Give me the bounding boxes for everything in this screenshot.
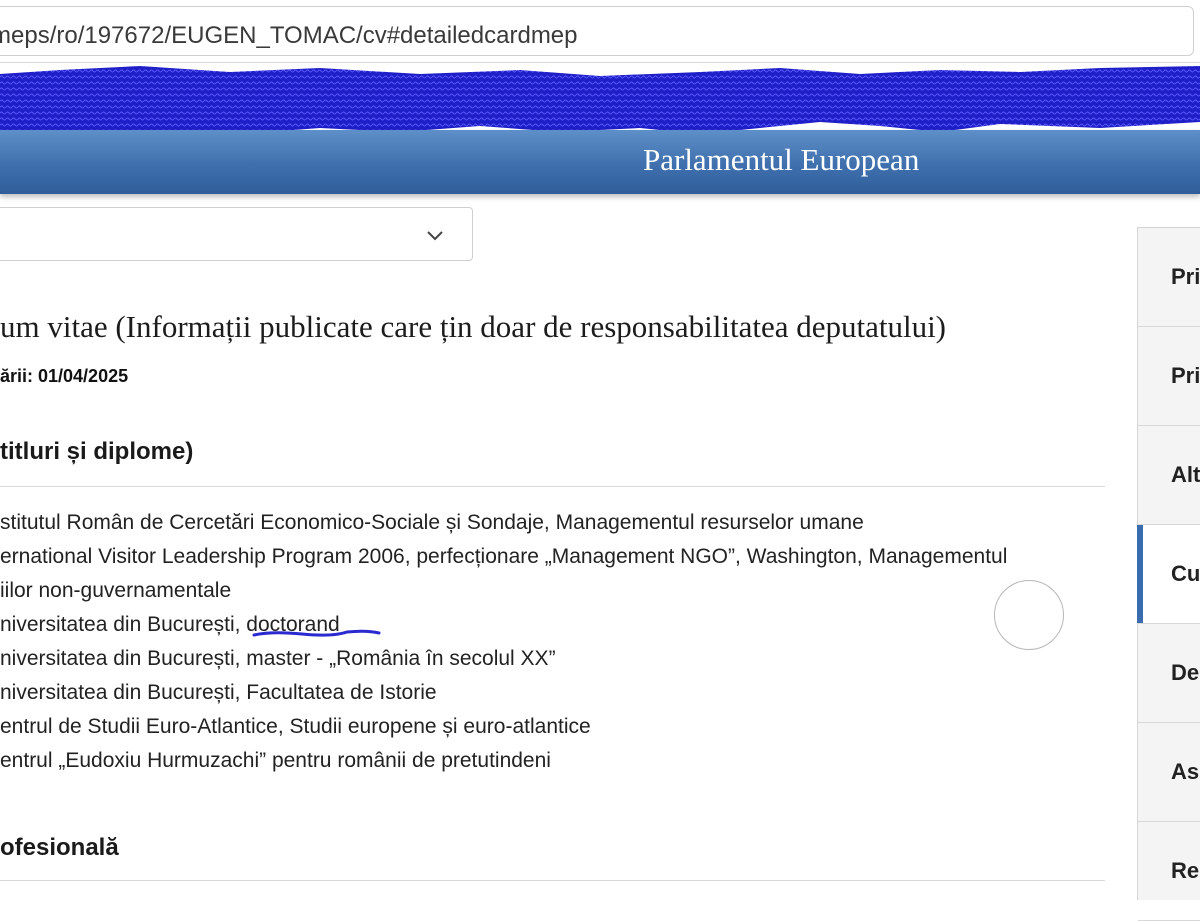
sidebar-item-7[interactable]: Re [1138, 822, 1200, 921]
list-item: niversitatea din București, Facultatea d… [0, 681, 437, 704]
cv-sidebar-nav: Pri Pri Alt Cu De As Re [1137, 227, 1200, 921]
site-header: Parlamentul European [0, 130, 1200, 194]
sidebar-item-label: De [1171, 660, 1200, 685]
sidebar-item-5[interactable]: De [1138, 624, 1200, 723]
list-item: entrul de Studii Euro-Atlantice, Studii … [0, 715, 591, 738]
sidebar-item-label: Alt [1171, 462, 1200, 487]
site-title: Parlamentul European [643, 142, 920, 177]
list-item: ernational Visitor Leadership Program 20… [0, 545, 1008, 568]
chevron-down-icon [427, 231, 443, 241]
sidebar-item-1[interactable]: Pri [1138, 228, 1200, 327]
section-divider [0, 880, 1105, 881]
education-heading: titluri și diplome) [0, 438, 194, 465]
education-list: stitutul Român de Cercetări Economico-So… [0, 506, 1100, 778]
sidebar-item-label: Re [1171, 858, 1200, 883]
sidebar-item-label: Cu [1171, 561, 1200, 586]
sidebar-item-2[interactable]: Pri [1138, 327, 1200, 426]
list-item: iilor non-guvernamentale [0, 579, 232, 602]
list-item: niversitatea din București, master - „Ro… [0, 647, 556, 670]
sidebar-item-label: Pri [1171, 264, 1200, 289]
sidebar-item-label: As [1171, 759, 1200, 784]
sidebar-item-label: Pri [1171, 363, 1200, 388]
sidebar-item-6[interactable]: As [1138, 723, 1200, 822]
sidebar-item-cv-active[interactable]: Cu [1137, 525, 1200, 624]
career-heading: ofesională [0, 834, 119, 861]
last-update-date: ării: 01/04/2025 [0, 366, 129, 386]
url-text: meps/ro/197672/EUGEN_TOMAC/cv#detailedca… [0, 22, 578, 49]
page-title: um vitae (Informații publicate care țin … [0, 309, 946, 344]
url-field[interactable]: meps/ro/197672/EUGEN_TOMAC/cv#detailedca… [0, 6, 1194, 56]
sidebar-item-3[interactable]: Alt [1138, 426, 1200, 525]
annotation-underline [252, 629, 381, 637]
touch-indicator-circle [994, 580, 1064, 650]
list-item: entrul „Eudoxiu Hurmuzachi” pentru român… [0, 749, 551, 772]
section-divider [0, 486, 1105, 487]
list-item: niversitatea din București, doctorand [0, 613, 340, 636]
browser-address-bar: meps/ro/197672/EUGEN_TOMAC/cv#detailedca… [0, 0, 1200, 63]
section-select[interactable] [0, 207, 473, 261]
list-item: stitutul Român de Cercetări Economico-So… [0, 511, 864, 534]
